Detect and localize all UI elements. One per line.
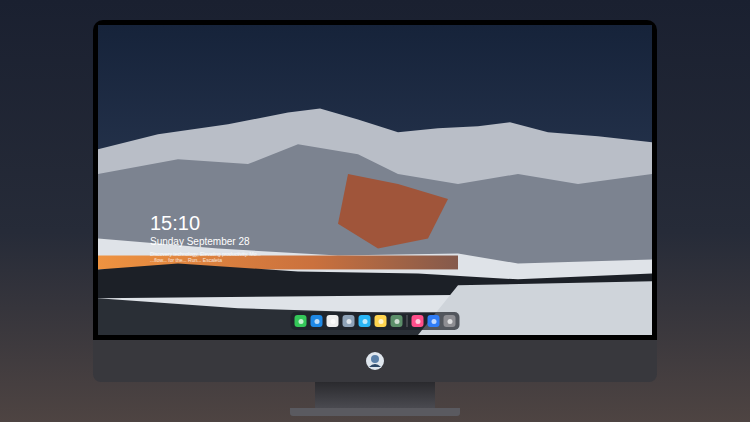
- app-glyph-icon: [298, 319, 303, 324]
- app-icon[interactable]: [327, 315, 339, 327]
- app-glyph-icon: [415, 319, 420, 324]
- chin: [93, 340, 657, 382]
- app-icon[interactable]: [295, 315, 307, 327]
- app-glyph-icon: [314, 319, 319, 324]
- app-glyph-icon: [362, 319, 367, 324]
- clock: 15:10: [150, 211, 261, 235]
- app-icon[interactable]: [412, 315, 424, 327]
- app-glyph-icon: [447, 319, 452, 324]
- app-glyph-icon: [346, 319, 351, 324]
- app-icon[interactable]: [311, 315, 323, 327]
- logo-icon: [365, 351, 385, 371]
- caption-line: ...flow... for the... Run... Escaleta: [150, 257, 261, 263]
- app-icon[interactable]: [444, 315, 456, 327]
- imac: 15:10Sunday September 28 Discovery techno…: [93, 20, 657, 416]
- app-glyph-icon: [431, 319, 436, 324]
- date: Sunday September 28: [150, 235, 261, 248]
- app-glyph-icon: [330, 319, 335, 324]
- stand-neck: [315, 382, 435, 408]
- app-glyph-icon: [378, 319, 383, 324]
- bezel: 15:10Sunday September 28 Discovery techno…: [93, 20, 657, 340]
- app-icon[interactable]: [359, 315, 371, 327]
- app-icon[interactable]: [375, 315, 387, 327]
- app-glyph-icon: [394, 319, 399, 324]
- stand-base: [290, 408, 460, 416]
- app-icon[interactable]: [343, 315, 355, 327]
- app-icon[interactable]: [428, 315, 440, 327]
- app-icon[interactable]: [391, 315, 403, 327]
- caption-line: Discovery technology, Elevating producti…: [150, 251, 261, 257]
- wallpaper: [98, 25, 652, 335]
- page: 15:10Sunday September 28 Discovery techno…: [0, 0, 750, 422]
- dock: [291, 312, 460, 330]
- dock-divider: [407, 315, 408, 327]
- lock-info: 15:10Sunday September 28 Discovery techno…: [150, 211, 261, 263]
- caption: Discovery technology, Elevating producti…: [150, 251, 261, 263]
- screen: 15:10Sunday September 28 Discovery techno…: [98, 25, 652, 335]
